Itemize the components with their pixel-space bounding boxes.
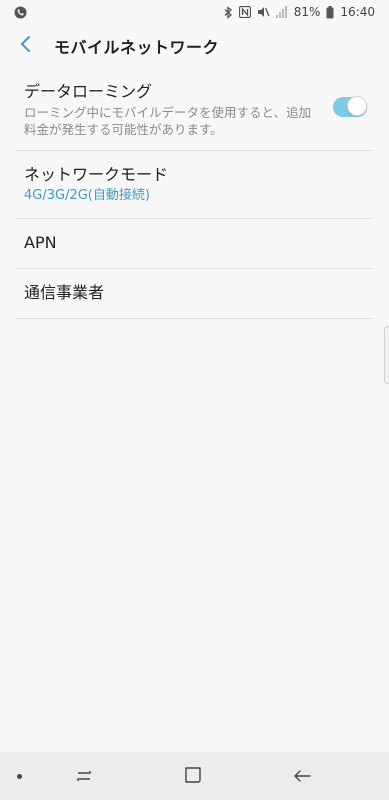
- apn-title: APN: [24, 233, 57, 252]
- signal-icon: [275, 6, 288, 18]
- battery-percent: 81%: [293, 5, 321, 19]
- network-mode-value: 4G/3G/2G(自動接続): [24, 188, 150, 203]
- data-roaming-description: ローミング中にモバイルデータを使用すると、追加料金が発生する可能性があります。: [24, 105, 312, 137]
- back-arrow-icon: [292, 768, 312, 787]
- data-roaming-toggle[interactable]: [333, 96, 367, 117]
- mute-icon: [257, 6, 270, 18]
- app-bar: モバイルネットワーク: [0, 26, 389, 66]
- home-icon: [184, 766, 202, 788]
- navigation-bar: [0, 752, 389, 800]
- home-button[interactable]: [179, 764, 207, 790]
- carrier-title: 通信事業者: [24, 283, 105, 302]
- chevron-left-icon: [19, 35, 33, 57]
- settings-list: データローミング ローミング中にモバイルデータを使用すると、追加料金が発生する可…: [16, 70, 373, 319]
- network-mode-title: ネットワークモード: [24, 165, 169, 184]
- status-left: [14, 6, 27, 19]
- nav-dot-icon[interactable]: [17, 774, 22, 779]
- status-bar: 81% 16:40: [0, 0, 389, 26]
- status-right: 81% 16:40: [224, 5, 375, 19]
- recents-button[interactable]: [70, 764, 98, 790]
- network-mode-item[interactable]: ネットワークモード 4G/3G/2G(自動接続): [16, 151, 373, 219]
- carrier-item[interactable]: 通信事業者: [16, 269, 373, 319]
- back-button[interactable]: [12, 32, 40, 60]
- page-title: モバイルネットワーク: [54, 38, 220, 57]
- apn-item[interactable]: APN: [16, 219, 373, 269]
- nav-back-button[interactable]: [288, 764, 316, 790]
- edge-panel-handle[interactable]: [384, 326, 389, 384]
- toggle-knob: [347, 96, 367, 116]
- phone-call-icon: [14, 6, 27, 19]
- recents-icon: [75, 768, 93, 787]
- bluetooth-icon: [224, 5, 233, 19]
- data-roaming-item[interactable]: データローミング ローミング中にモバイルデータを使用すると、追加料金が発生する可…: [16, 70, 373, 151]
- data-roaming-title: データローミング: [24, 82, 153, 101]
- nfc-icon: [238, 6, 251, 18]
- status-time: 16:40: [340, 5, 375, 19]
- battery-icon: [326, 5, 334, 19]
